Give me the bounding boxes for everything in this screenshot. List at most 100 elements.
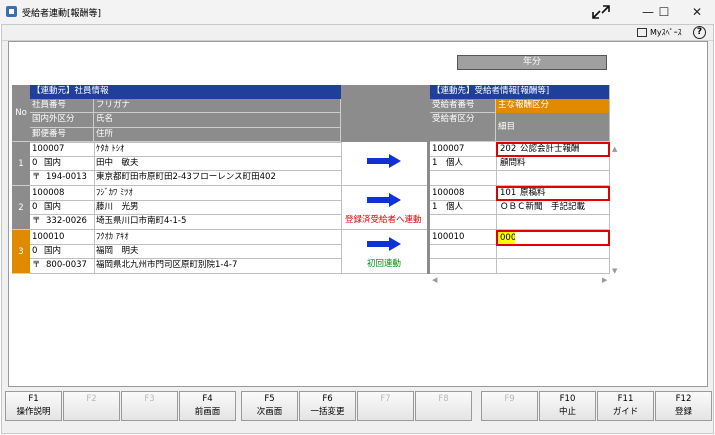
fkey-number: F8 xyxy=(438,394,449,404)
divider xyxy=(341,142,342,273)
f11-button[interactable]: F11 ガイド xyxy=(597,391,654,421)
myspace-icon xyxy=(637,28,647,37)
fkey-label: 次画面 xyxy=(256,407,283,417)
address-cell[interactable]: 埼玉県川口市南町4-1-5 xyxy=(94,215,341,228)
recipient-category-code-cell[interactable]: 1 xyxy=(430,201,444,214)
divider xyxy=(30,185,341,186)
fkey-number: F10 xyxy=(559,394,576,404)
name-cell[interactable]: 福岡 明夫 xyxy=(94,245,341,258)
highlight-box xyxy=(496,142,610,157)
action-label: 登録済受給者へ連動 xyxy=(345,215,422,225)
myspace-button[interactable]: Myｽﾍﾟｰｽ xyxy=(637,26,682,39)
recipient-no-cell[interactable]: 100010 xyxy=(430,231,496,244)
col-name: 氏名 xyxy=(94,113,341,128)
divider xyxy=(341,229,430,230)
recipient-category-label-cell: 個人 xyxy=(446,158,464,168)
col-domestic: 国内外区分 xyxy=(30,113,94,128)
recipient-category-code-cell[interactable] xyxy=(430,245,444,258)
divider xyxy=(30,214,341,215)
f4-button[interactable]: F4 前画面 xyxy=(179,391,236,421)
name-cell[interactable]: 藤川 光男 xyxy=(94,201,341,214)
employee-no-cell[interactable]: 100008 xyxy=(30,187,94,200)
fkey-number: F1 xyxy=(28,394,39,404)
f3-button[interactable]: F3 xyxy=(121,391,178,421)
domestic-label-cell: 国内 xyxy=(44,202,62,212)
f1-button[interactable]: F1 操作説明 xyxy=(5,391,62,421)
employee-no-cell[interactable]: 100007 xyxy=(30,143,94,156)
year-button[interactable]: 年分 xyxy=(457,55,607,70)
f7-button[interactable]: F7 xyxy=(357,391,414,421)
furigana-cell[interactable]: ﾌｼﾞｶﾜ ﾐﾂｵ xyxy=(94,187,341,200)
recipient-category-label-cell: 個人 xyxy=(446,202,464,212)
col-furigana: フリガナ xyxy=(94,99,341,113)
fkey-label: 登録 xyxy=(674,407,692,417)
f9-button[interactable]: F9 xyxy=(481,391,538,421)
myspace-label: Myｽﾍﾟｰｽ xyxy=(650,28,682,37)
furigana-cell[interactable]: ｹﾀｶ ﾄｼｵ xyxy=(94,143,341,156)
col-recipient-category: 受給者区分 xyxy=(430,113,496,142)
maximize-button[interactable]: ☐ xyxy=(646,1,682,23)
action-column-header xyxy=(341,85,427,142)
postal-cell[interactable]: 332-0026 xyxy=(44,215,94,228)
scroll-up-icon[interactable]: ▲ xyxy=(612,145,617,153)
divider xyxy=(427,85,430,274)
fkey-number: F7 xyxy=(380,394,391,404)
detail-cell[interactable]: ＯＢＣ新聞 手記記載 xyxy=(498,201,608,214)
postal-mark: 〒 xyxy=(32,260,41,270)
employee-no-cell[interactable]: 100010 xyxy=(30,231,94,244)
f5-button[interactable]: F5 次画面 xyxy=(241,391,298,421)
divider xyxy=(30,142,341,143)
close-button[interactable]: ✕ xyxy=(679,1,715,23)
detail-cell[interactable] xyxy=(498,245,608,258)
col-postal: 郵便番号 xyxy=(30,128,94,142)
recipient-no-cell[interactable]: 100007 xyxy=(430,143,496,156)
divider xyxy=(341,273,430,274)
furigana-cell[interactable]: ﾌｸｵｶ ｱｷｵ xyxy=(94,231,341,244)
scroll-left-icon[interactable]: ◀ xyxy=(432,276,437,284)
fkey-number: F9 xyxy=(504,394,515,404)
fkey-label: 前画面 xyxy=(194,407,221,417)
fkey-number: F6 xyxy=(322,394,333,404)
expand-icon[interactable] xyxy=(590,4,612,20)
divider xyxy=(496,142,497,273)
fkey-label: 中止 xyxy=(558,407,576,417)
toolbar: Myｽﾍﾟｰｽ ? xyxy=(2,25,713,41)
fkey-number: F4 xyxy=(202,394,213,404)
linkage-grid: No 【連動元】社員情報 社員番号 フリガナ 国内外区分 氏名 郵便番号 住所 … xyxy=(12,85,617,285)
link-arrow-icon xyxy=(367,154,401,168)
address-cell[interactable]: 東京都町田市原町田2-43フローレンス町田402 xyxy=(94,171,341,184)
help-icon[interactable]: ? xyxy=(693,26,706,39)
fkey-number: F12 xyxy=(675,394,692,404)
postal-cell[interactable]: 800-0037 xyxy=(44,259,94,272)
divider xyxy=(430,214,610,215)
fkey-label: 操作説明 xyxy=(16,407,51,417)
scroll-right-icon[interactable]: ▶ xyxy=(602,276,607,284)
fkey-number: F5 xyxy=(264,394,275,404)
domestic-label-cell: 国内 xyxy=(44,158,62,168)
postal-mark: 〒 xyxy=(32,172,41,182)
f2-button[interactable]: F2 xyxy=(63,391,120,421)
address-cell[interactable]: 福岡県北九州市門司区原町別院1-4-7 xyxy=(94,259,341,272)
f8-button[interactable]: F8 xyxy=(415,391,472,421)
f10-button[interactable]: F10 中止 xyxy=(539,391,596,421)
f12-button[interactable]: F12 登録 xyxy=(655,391,712,421)
scroll-down-icon[interactable]: ▼ xyxy=(612,267,617,275)
postal-cell[interactable]: 194-0013 xyxy=(44,171,94,184)
divider xyxy=(430,170,610,171)
divider xyxy=(30,229,341,230)
fkey-label: ガイド xyxy=(612,407,639,417)
recipient-no-cell[interactable]: 100008 xyxy=(430,187,496,200)
client-area: Myｽﾍﾟｰｽ ? 年分 No 【連動元】社員情報 社員番号 フリガナ 国内外区… xyxy=(1,24,714,434)
name-cell[interactable]: 田中 敏夫 xyxy=(94,157,341,170)
col-employee-no: 社員番号 xyxy=(30,99,94,113)
fkey-number: F2 xyxy=(86,394,97,404)
divider xyxy=(430,273,610,274)
fkey-number: F3 xyxy=(144,394,155,404)
detail-cell[interactable]: 顧問料 xyxy=(498,157,608,170)
fkey-label: 一括変更 xyxy=(310,407,345,417)
recipient-category-code-cell[interactable]: 1 xyxy=(430,157,444,170)
col-detail: 細目 xyxy=(496,113,610,142)
link-arrow-icon xyxy=(367,193,401,207)
f6-button[interactable]: F6 一括変更 xyxy=(299,391,356,421)
window-title: 受給者連動[報酬等] xyxy=(22,9,102,19)
